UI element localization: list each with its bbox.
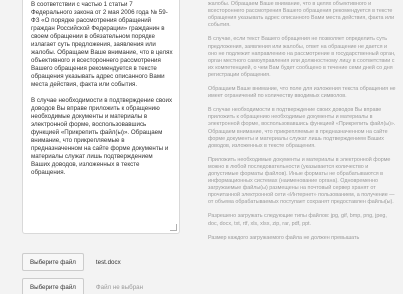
instructions-paragraph-4: В случае необходимости в подтверждение с… bbox=[208, 107, 396, 149]
appeal-form-page: В соответствии с частью 1 статьи 7 Федер… bbox=[0, 0, 403, 294]
appeal-text-area[interactable]: В соответствии с частью 1 статьи 7 Федер… bbox=[22, 0, 180, 234]
textarea-resize-handle[interactable] bbox=[170, 224, 177, 231]
instructions-paragraph-5: Приложить необходимые документы и матери… bbox=[208, 156, 395, 206]
selected-file-name-2: Файл не выбран bbox=[95, 283, 144, 291]
appeal-text-paragraph-2: В случае необходимости в подтверждение с… bbox=[31, 97, 173, 176]
choose-file-button-1[interactable]: Выберите файл bbox=[22, 253, 84, 271]
file-attachment-row-2: Выберите файл Файл не выбран bbox=[22, 278, 143, 294]
instructions-paragraph-6: Разрешено загружать следующие типы файло… bbox=[208, 213, 387, 227]
appeal-instructions: обязательном порядке излагает суть предл… bbox=[208, 0, 396, 249]
selected-file-name-1: test.docx bbox=[95, 258, 121, 266]
choose-file-button-2[interactable]: Выберите файл bbox=[22, 278, 84, 294]
instructions-paragraph-1: обязательном порядке излагает суть предл… bbox=[208, 1, 395, 29]
instructions-paragraph-3: Обращаем Ваше внимание, что поле для изл… bbox=[208, 86, 396, 100]
instructions-paragraph-2: В случае, если текст Вашего обращения не… bbox=[208, 36, 396, 78]
instructions-paragraph-7: Размер каждого загружаемого файла не дол… bbox=[208, 234, 360, 241]
file-attachment-row-1: Выберите файл test.docx bbox=[22, 253, 121, 271]
appeal-text-paragraph-1: В соответствии с частью 1 статьи 7 Федер… bbox=[31, 1, 173, 88]
